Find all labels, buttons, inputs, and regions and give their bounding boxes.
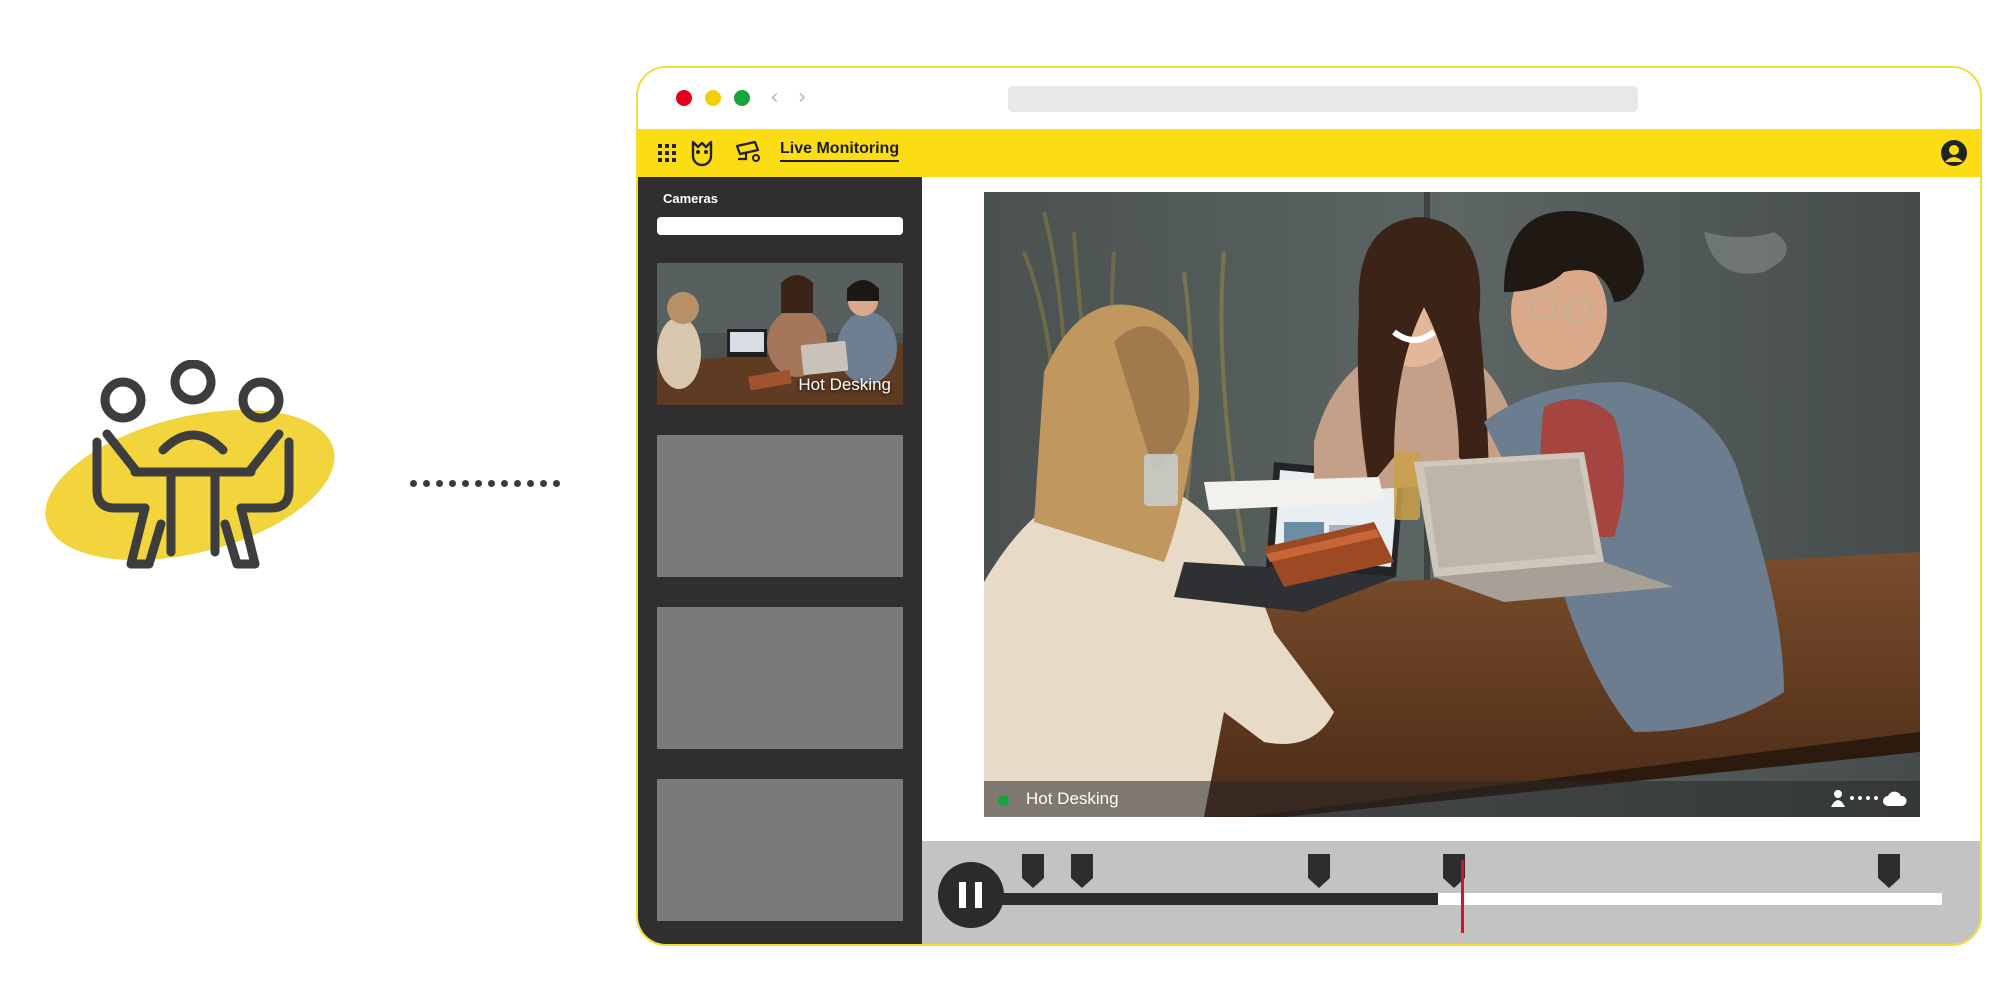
pause-icon (959, 882, 966, 908)
event-marker-icon[interactable] (1308, 854, 1330, 888)
cameras-heading: Cameras (663, 191, 718, 206)
camera-thumbnail-label: Hot Desking (798, 375, 891, 394)
live-video-image (984, 192, 1920, 817)
owl-logo-icon[interactable] (690, 138, 714, 168)
cloud-icon (1883, 791, 1907, 806)
camera-thumbnail-empty[interactable] (657, 607, 903, 749)
camera-thumbnail-empty[interactable] (657, 779, 903, 921)
playhead[interactable] (1461, 860, 1464, 933)
close-window-button[interactable] (676, 90, 692, 106)
browser-titlebar: ‹ › (638, 68, 1980, 129)
event-marker-icon[interactable] (1022, 854, 1044, 888)
connector-dots (410, 480, 560, 487)
live-view-panel: Hot Desking (922, 177, 1980, 944)
app-header: Live Monitoring (638, 129, 1980, 177)
person-icon (1831, 790, 1845, 807)
meeting-illustration (25, 360, 365, 600)
security-camera-icon[interactable] (734, 139, 764, 165)
minimize-window-button[interactable] (705, 90, 721, 106)
nav-arrows-icon[interactable]: ‹ › (770, 85, 813, 110)
pause-button[interactable] (938, 862, 1004, 928)
pause-icon-bar (975, 882, 982, 908)
timeline-progress-played[interactable] (998, 893, 1438, 905)
video-footer: Hot Desking (984, 781, 1920, 817)
camera-search-input[interactable] (657, 217, 903, 235)
live-status-indicator (998, 795, 1009, 806)
camera-thumbnail-hot-desking[interactable]: Hot Desking (657, 263, 903, 405)
address-bar[interactable] (1008, 86, 1638, 112)
timeline-track[interactable] (1438, 893, 1942, 905)
camera-sidebar: Cameras Hot Desking (638, 177, 922, 944)
camera-thumbnail-empty[interactable] (657, 435, 903, 577)
video-status-icons (1830, 789, 1908, 807)
grid-icon[interactable] (658, 144, 676, 162)
tab-live-monitoring[interactable]: Live Monitoring (780, 140, 900, 162)
live-video-feed[interactable]: Hot Desking (984, 192, 1920, 817)
event-marker-icon[interactable] (1071, 854, 1093, 888)
video-camera-name: Hot Desking (1026, 789, 1119, 808)
playback-timeline (922, 841, 1980, 944)
browser-window: ‹ › Live Monitoring Cameras Hot Desking … (636, 66, 1982, 946)
maximize-window-button[interactable] (734, 90, 750, 106)
meeting-people-icon (45, 360, 335, 569)
user-account-icon[interactable] (1940, 139, 1968, 167)
event-marker-icon[interactable] (1878, 854, 1900, 888)
